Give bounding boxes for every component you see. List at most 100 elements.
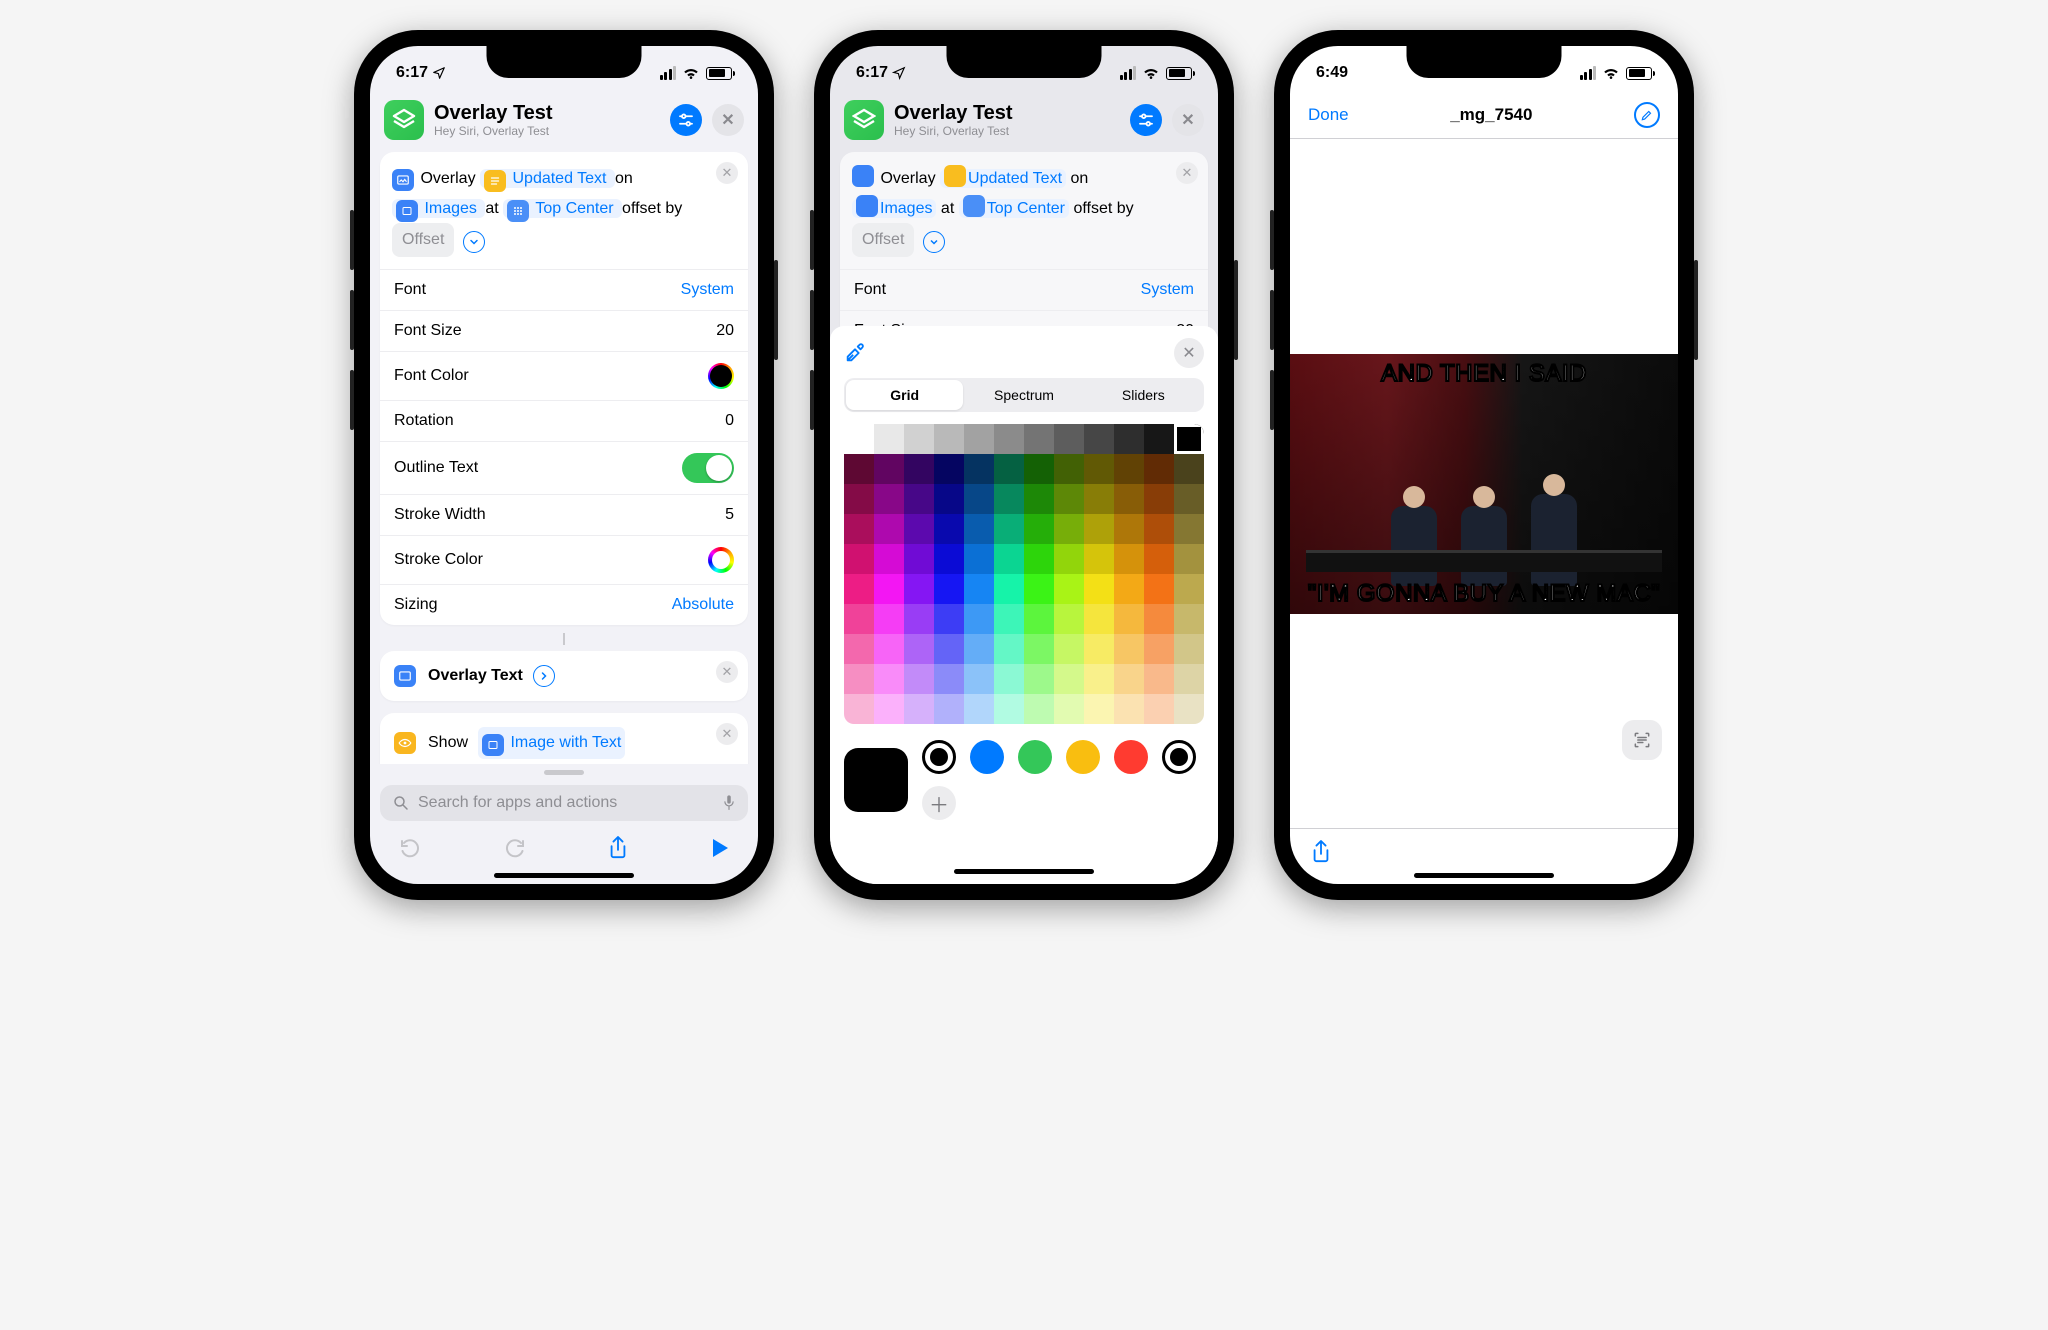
color-cell[interactable] xyxy=(994,574,1024,604)
color-cell[interactable] xyxy=(1084,634,1114,664)
images-token[interactable]: Images xyxy=(424,200,476,217)
color-cell[interactable] xyxy=(964,574,994,604)
color-cell[interactable] xyxy=(1084,574,1114,604)
color-cell[interactable] xyxy=(934,664,964,694)
collapse-toggle[interactable] xyxy=(463,231,485,253)
color-cell[interactable] xyxy=(964,664,994,694)
color-cell[interactable] xyxy=(1174,484,1204,514)
recent-swatch[interactable] xyxy=(1114,740,1148,774)
color-cell[interactable] xyxy=(1144,454,1174,484)
color-cell[interactable] xyxy=(904,514,934,544)
color-cell[interactable] xyxy=(874,634,904,664)
color-cell[interactable] xyxy=(904,634,934,664)
color-cell[interactable] xyxy=(994,634,1024,664)
color-cell[interactable] xyxy=(874,424,904,454)
remove-action-button[interactable]: ✕ xyxy=(716,661,738,683)
sizing-row[interactable]: Sizing Absolute xyxy=(380,584,748,625)
close-button[interactable]: ✕ xyxy=(712,104,744,136)
color-cell[interactable] xyxy=(1144,484,1174,514)
color-cell[interactable] xyxy=(844,604,874,634)
color-cell[interactable] xyxy=(994,454,1024,484)
color-cell[interactable] xyxy=(1174,694,1204,724)
share-button[interactable] xyxy=(607,835,629,861)
color-cell[interactable] xyxy=(1054,574,1084,604)
color-cell[interactable] xyxy=(994,664,1024,694)
add-swatch-button[interactable]: ＋ xyxy=(922,786,956,820)
color-cell[interactable] xyxy=(934,484,964,514)
color-cell[interactable] xyxy=(1144,634,1174,664)
color-cell[interactable] xyxy=(934,514,964,544)
quicklook-canvas[interactable]: AND THEN I SAID "I'M GONNA BUY A NEW MAC… xyxy=(1290,139,1678,828)
color-cell[interactable] xyxy=(844,484,874,514)
quicklook-card[interactable]: ✕ Show Image with Text in Quick Look xyxy=(380,713,748,764)
expand-toggle[interactable] xyxy=(533,665,555,687)
updated-text-token[interactable]: Updated Text xyxy=(512,170,606,187)
picker-mode-segment[interactable]: Grid Spectrum Sliders xyxy=(844,378,1204,412)
stroke-color-row[interactable]: Stroke Color xyxy=(380,535,748,584)
color-cell[interactable] xyxy=(1084,694,1114,724)
recent-swatch[interactable] xyxy=(1066,740,1100,774)
color-cell[interactable] xyxy=(1024,694,1054,724)
color-cell[interactable] xyxy=(1024,634,1054,664)
color-cell[interactable] xyxy=(934,694,964,724)
actions-scroll[interactable]: ✕ Overlay Updated Text on xyxy=(370,152,758,764)
color-cell[interactable] xyxy=(1084,664,1114,694)
color-cell[interactable] xyxy=(964,634,994,664)
color-cell[interactable] xyxy=(964,514,994,544)
color-cell[interactable] xyxy=(1054,424,1084,454)
color-cell[interactable] xyxy=(1054,544,1084,574)
color-cell[interactable] xyxy=(1024,544,1054,574)
color-cell[interactable] xyxy=(1174,604,1204,634)
sheet-grabber[interactable] xyxy=(544,770,584,775)
color-cell[interactable] xyxy=(1054,454,1084,484)
color-cell[interactable] xyxy=(1024,574,1054,604)
color-cell[interactable] xyxy=(1174,454,1204,484)
color-cell[interactable] xyxy=(904,574,934,604)
markup-button[interactable] xyxy=(1634,102,1660,128)
color-cell[interactable] xyxy=(874,604,904,634)
color-cell[interactable] xyxy=(844,694,874,724)
color-cell[interactable] xyxy=(904,424,934,454)
color-cell[interactable] xyxy=(874,574,904,604)
color-cell[interactable] xyxy=(844,634,874,664)
color-cell[interactable] xyxy=(874,664,904,694)
color-cell[interactable] xyxy=(1174,574,1204,604)
color-cell[interactable] xyxy=(874,514,904,544)
tab-sliders[interactable]: Sliders xyxy=(1085,380,1202,410)
color-cell[interactable] xyxy=(904,544,934,574)
color-cell[interactable] xyxy=(1144,694,1174,724)
color-cell[interactable] xyxy=(964,454,994,484)
color-cell[interactable] xyxy=(874,544,904,574)
color-cell[interactable] xyxy=(1144,664,1174,694)
color-cell[interactable] xyxy=(1144,544,1174,574)
font-row[interactable]: Font System xyxy=(380,269,748,310)
color-cell[interactable] xyxy=(1054,604,1084,634)
rotation-row[interactable]: Rotation 0 xyxy=(380,400,748,441)
color-cell[interactable] xyxy=(1174,634,1204,664)
remove-action-button[interactable]: ✕ xyxy=(716,162,738,184)
color-cell[interactable] xyxy=(1054,634,1084,664)
color-cell[interactable] xyxy=(844,574,874,604)
tab-spectrum[interactable]: Spectrum xyxy=(965,380,1082,410)
color-cell[interactable] xyxy=(1114,604,1144,634)
color-cell[interactable] xyxy=(994,604,1024,634)
color-grid[interactable] xyxy=(844,424,1204,724)
color-cell[interactable] xyxy=(904,484,934,514)
color-cell[interactable] xyxy=(844,454,874,484)
color-cell[interactable] xyxy=(904,604,934,634)
eyedropper-button[interactable] xyxy=(844,342,866,364)
color-cell[interactable] xyxy=(904,694,934,724)
live-text-button[interactable] xyxy=(1622,720,1662,760)
color-cell[interactable] xyxy=(1024,604,1054,634)
color-cell[interactable] xyxy=(994,424,1024,454)
font-color-row[interactable]: Font Color xyxy=(380,351,748,400)
font-size-row[interactable]: Font Size 20 xyxy=(380,310,748,351)
color-cell[interactable] xyxy=(964,424,994,454)
color-cell[interactable] xyxy=(1144,604,1174,634)
recent-swatch[interactable] xyxy=(1162,740,1196,774)
color-cell[interactable] xyxy=(1174,424,1204,454)
color-cell[interactable] xyxy=(934,604,964,634)
color-cell[interactable] xyxy=(1114,664,1144,694)
color-cell[interactable] xyxy=(1114,484,1144,514)
color-cell[interactable] xyxy=(1084,514,1114,544)
